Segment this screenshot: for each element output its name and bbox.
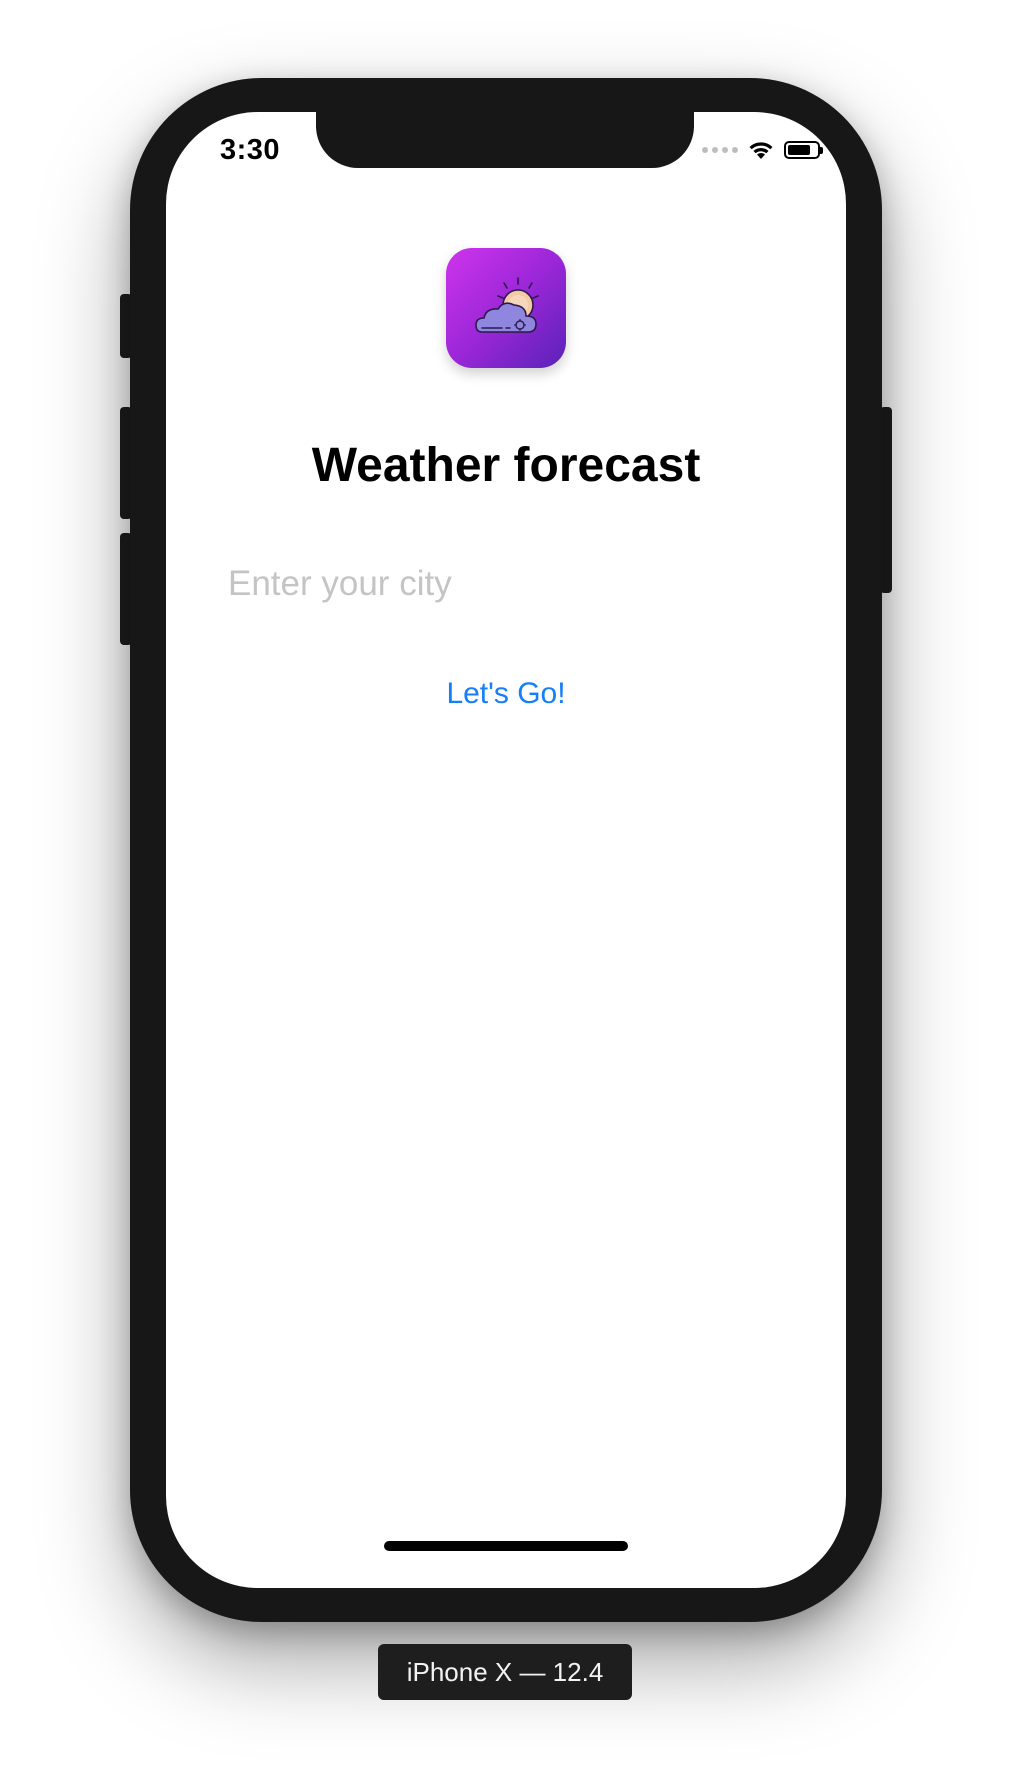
signal-dots-icon bbox=[702, 147, 738, 153]
weather-cloud-sun-icon bbox=[446, 248, 566, 368]
status-icons bbox=[702, 140, 823, 160]
battery-level bbox=[788, 145, 810, 155]
home-indicator[interactable] bbox=[384, 1541, 628, 1551]
city-input[interactable] bbox=[228, 554, 788, 614]
status-time: 3:30 bbox=[220, 134, 281, 166]
lets-go-button[interactable]: Let's Go! bbox=[166, 677, 846, 711]
notch bbox=[316, 112, 694, 168]
phone-screen: 3:30 Weather forecast Enter your city Le… bbox=[166, 112, 846, 1588]
battery-icon bbox=[784, 141, 823, 159]
app-title: Weather forecast bbox=[311, 439, 701, 492]
wifi-icon bbox=[749, 142, 773, 159]
simulator-stage: 3:30 Weather forecast Enter your city Le… bbox=[0, 0, 1010, 1772]
simulator-device-label: iPhone X — 12.4 bbox=[378, 1644, 632, 1700]
